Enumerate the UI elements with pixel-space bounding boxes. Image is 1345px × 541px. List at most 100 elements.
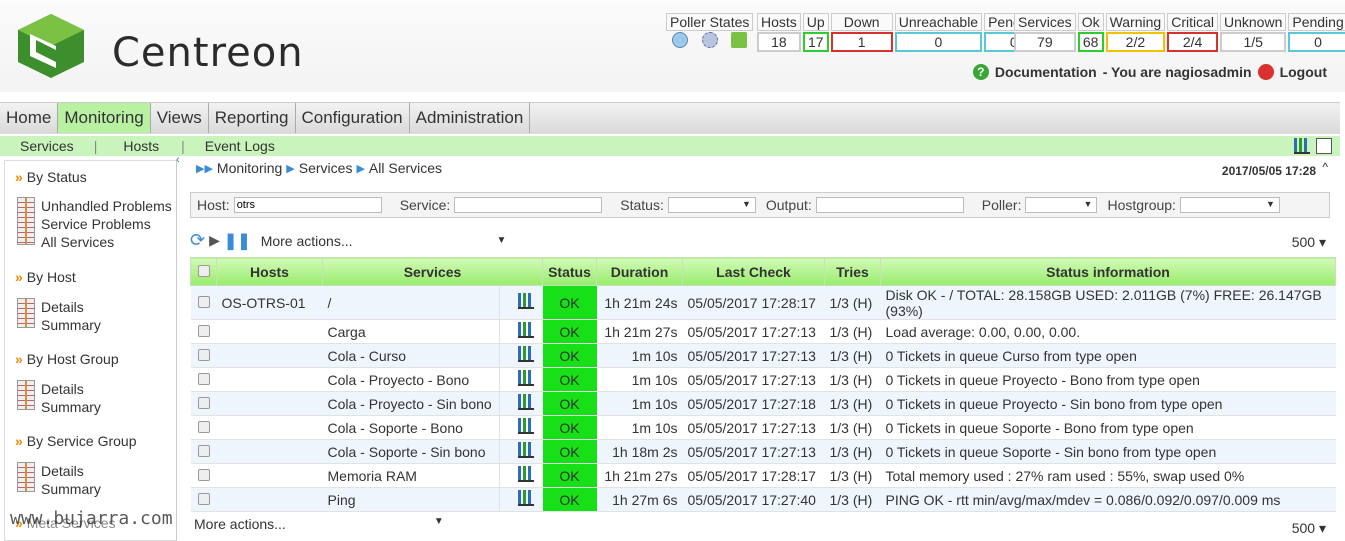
col-hosts[interactable]: Hosts xyxy=(216,257,323,286)
row-service[interactable]: Ping xyxy=(322,487,500,512)
graph-icon[interactable] xyxy=(518,346,535,362)
row-service[interactable]: Cola - Curso xyxy=(322,343,500,368)
status-filter-select[interactable] xyxy=(667,197,756,213)
graph-icon[interactable] xyxy=(518,370,535,386)
submenu-services[interactable]: Services xyxy=(0,138,94,154)
col-tries[interactable]: Tries xyxy=(824,257,881,286)
sidebar-by-service-group[interactable]: » By Service Group xyxy=(15,433,137,449)
row-service[interactable]: Cola - Proyecto - Bono xyxy=(322,367,500,392)
breadcrumb-monitoring[interactable]: Monitoring xyxy=(217,160,282,176)
host-filter-input[interactable] xyxy=(233,197,382,213)
table-row[interactable]: Cola - Proyecto - Sin bono OK 1m 10s 05/05/… xyxy=(190,391,1336,416)
col-last-check[interactable]: Last Check xyxy=(682,257,825,286)
more-actions-dropdown-icon[interactable]: ▼ xyxy=(434,516,444,532)
poller-filter-select[interactable] xyxy=(1025,197,1098,213)
per-page-select-top[interactable]: 500 ▾ xyxy=(1292,234,1326,251)
list-view-icon[interactable] xyxy=(1316,138,1332,154)
sidebar-host-details[interactable]: Details xyxy=(41,298,101,316)
row-service[interactable]: Cola - Soporte - Sin bono xyxy=(322,439,500,464)
poller-status-icon[interactable] xyxy=(666,32,694,51)
sidebar-hostgroup-summary[interactable]: Summary xyxy=(41,398,101,416)
per-page-select-bottom[interactable]: 500 ▾ xyxy=(1292,520,1326,537)
row-host[interactable] xyxy=(216,463,323,488)
graph-view-icon[interactable] xyxy=(1294,138,1310,154)
more-actions-dropdown-icon[interactable]: ▼ xyxy=(497,235,507,246)
sidebar-by-status[interactable]: » By Status xyxy=(15,169,87,185)
breadcrumb-services[interactable]: Services xyxy=(299,160,353,176)
graph-icon[interactable] xyxy=(518,418,535,434)
graph-icon[interactable] xyxy=(518,442,535,458)
poller-gear-icon[interactable] xyxy=(696,32,724,51)
logout-link[interactable]: Logout xyxy=(1280,64,1327,80)
row-graph-cell[interactable] xyxy=(510,415,543,440)
row-checkbox[interactable] xyxy=(190,319,217,344)
table-row[interactable]: Ping OK 1h 27m 6s 05/05/2017 17:27:40 1/3 (H… xyxy=(190,487,1336,512)
hosts-down-count[interactable]: 1 xyxy=(830,32,893,52)
table-row[interactable]: Carga OK 1h 21m 27s 05/05/2017 17:27:13 1/3 … xyxy=(190,319,1336,344)
table-row[interactable]: Cola - Proyecto - Bono OK 1m 10s 05/05/2017… xyxy=(190,367,1336,392)
table-row[interactable]: Cola - Curso OK 1m 10s 05/05/2017 17:27:13 1… xyxy=(190,343,1336,368)
row-checkbox[interactable] xyxy=(190,463,217,488)
services-warning-count[interactable]: 2/2 xyxy=(1105,32,1166,52)
services-unknown-count[interactable]: 1/5 xyxy=(1219,32,1287,52)
submenu-hosts[interactable]: Hosts xyxy=(97,138,181,154)
graph-icon[interactable] xyxy=(518,322,535,338)
services-ok-count[interactable]: 68 xyxy=(1077,32,1104,52)
table-row[interactable]: Cola - Soporte - Bono OK 1m 10s 05/05/2017 … xyxy=(190,415,1336,440)
col-services[interactable]: Services xyxy=(322,257,543,286)
hostgroup-filter-select[interactable] xyxy=(1179,197,1280,213)
col-status-information[interactable]: Status information xyxy=(880,257,1336,286)
centreon-logo[interactable]: Centreon xyxy=(16,12,316,82)
table-row[interactable]: Cola - Soporte - Sin bono OK 1h 18m 2s 05/0… xyxy=(190,439,1336,464)
col-status[interactable]: Status xyxy=(542,257,597,286)
row-checkbox[interactable] xyxy=(190,285,217,320)
menu-reporting[interactable]: Reporting xyxy=(209,103,296,133)
collapse-icon[interactable]: ^ xyxy=(1322,160,1328,174)
row-service[interactable]: Memoria RAM xyxy=(322,463,500,488)
output-filter-input[interactable] xyxy=(815,197,964,213)
col-duration[interactable]: Duration xyxy=(596,257,683,286)
row-checkbox[interactable] xyxy=(190,391,217,416)
row-graph-cell[interactable] xyxy=(510,487,543,512)
graph-icon[interactable] xyxy=(518,490,535,506)
row-graph-cell[interactable] xyxy=(510,439,543,464)
menu-administration[interactable]: Administration xyxy=(410,103,531,133)
documentation-link[interactable]: Documentation xyxy=(995,64,1097,80)
pause-icon[interactable]: ❚❚ xyxy=(224,231,251,251)
row-checkbox[interactable] xyxy=(190,415,217,440)
sidebar-by-host[interactable]: » By Host xyxy=(15,269,76,285)
hosts-unreachable-count[interactable]: 0 xyxy=(894,32,983,52)
row-host[interactable] xyxy=(216,487,323,512)
services-total[interactable]: 79 xyxy=(1014,32,1076,52)
sidebar-service-problems[interactable]: Service Problems xyxy=(41,215,172,233)
row-checkbox[interactable] xyxy=(190,343,217,368)
services-critical-count[interactable]: 2/4 xyxy=(1167,32,1218,52)
submenu-event-logs[interactable]: Event Logs xyxy=(185,138,295,154)
menu-home[interactable]: Home xyxy=(0,103,59,133)
sidebar-hostgroup-details[interactable]: Details xyxy=(41,380,101,398)
menu-configuration[interactable]: Configuration xyxy=(296,103,410,133)
select-all-checkbox[interactable] xyxy=(190,257,217,286)
row-graph-cell[interactable] xyxy=(510,463,543,488)
row-host[interactable] xyxy=(216,439,323,464)
row-service[interactable]: Carga xyxy=(322,319,500,344)
row-graph-cell[interactable] xyxy=(510,319,543,344)
row-checkbox[interactable] xyxy=(190,367,217,392)
more-actions-select[interactable]: More actions... xyxy=(261,233,353,249)
row-host[interactable] xyxy=(216,391,323,416)
sidebar-host-summary[interactable]: Summary xyxy=(41,316,101,334)
row-service[interactable]: Cola - Proyecto - Sin bono xyxy=(322,391,500,416)
service-filter-input[interactable] xyxy=(454,197,603,213)
refresh-icon[interactable]: ⟳ xyxy=(190,230,205,251)
row-host[interactable] xyxy=(216,319,323,344)
poller-database-icon[interactable] xyxy=(726,32,754,51)
play-icon[interactable]: ▶ xyxy=(209,232,220,249)
services-pending-count[interactable]: 0 xyxy=(1288,32,1345,52)
row-host[interactable] xyxy=(216,343,323,368)
hosts-up-count[interactable]: 17 xyxy=(802,32,829,52)
row-graph-cell[interactable] xyxy=(510,391,543,416)
row-graph-cell[interactable] xyxy=(510,367,543,392)
row-host[interactable]: OS-OTRS-01 xyxy=(216,285,323,320)
collapse-sidebar-icon[interactable]: ‹ xyxy=(176,154,180,166)
graph-icon[interactable] xyxy=(518,466,535,482)
